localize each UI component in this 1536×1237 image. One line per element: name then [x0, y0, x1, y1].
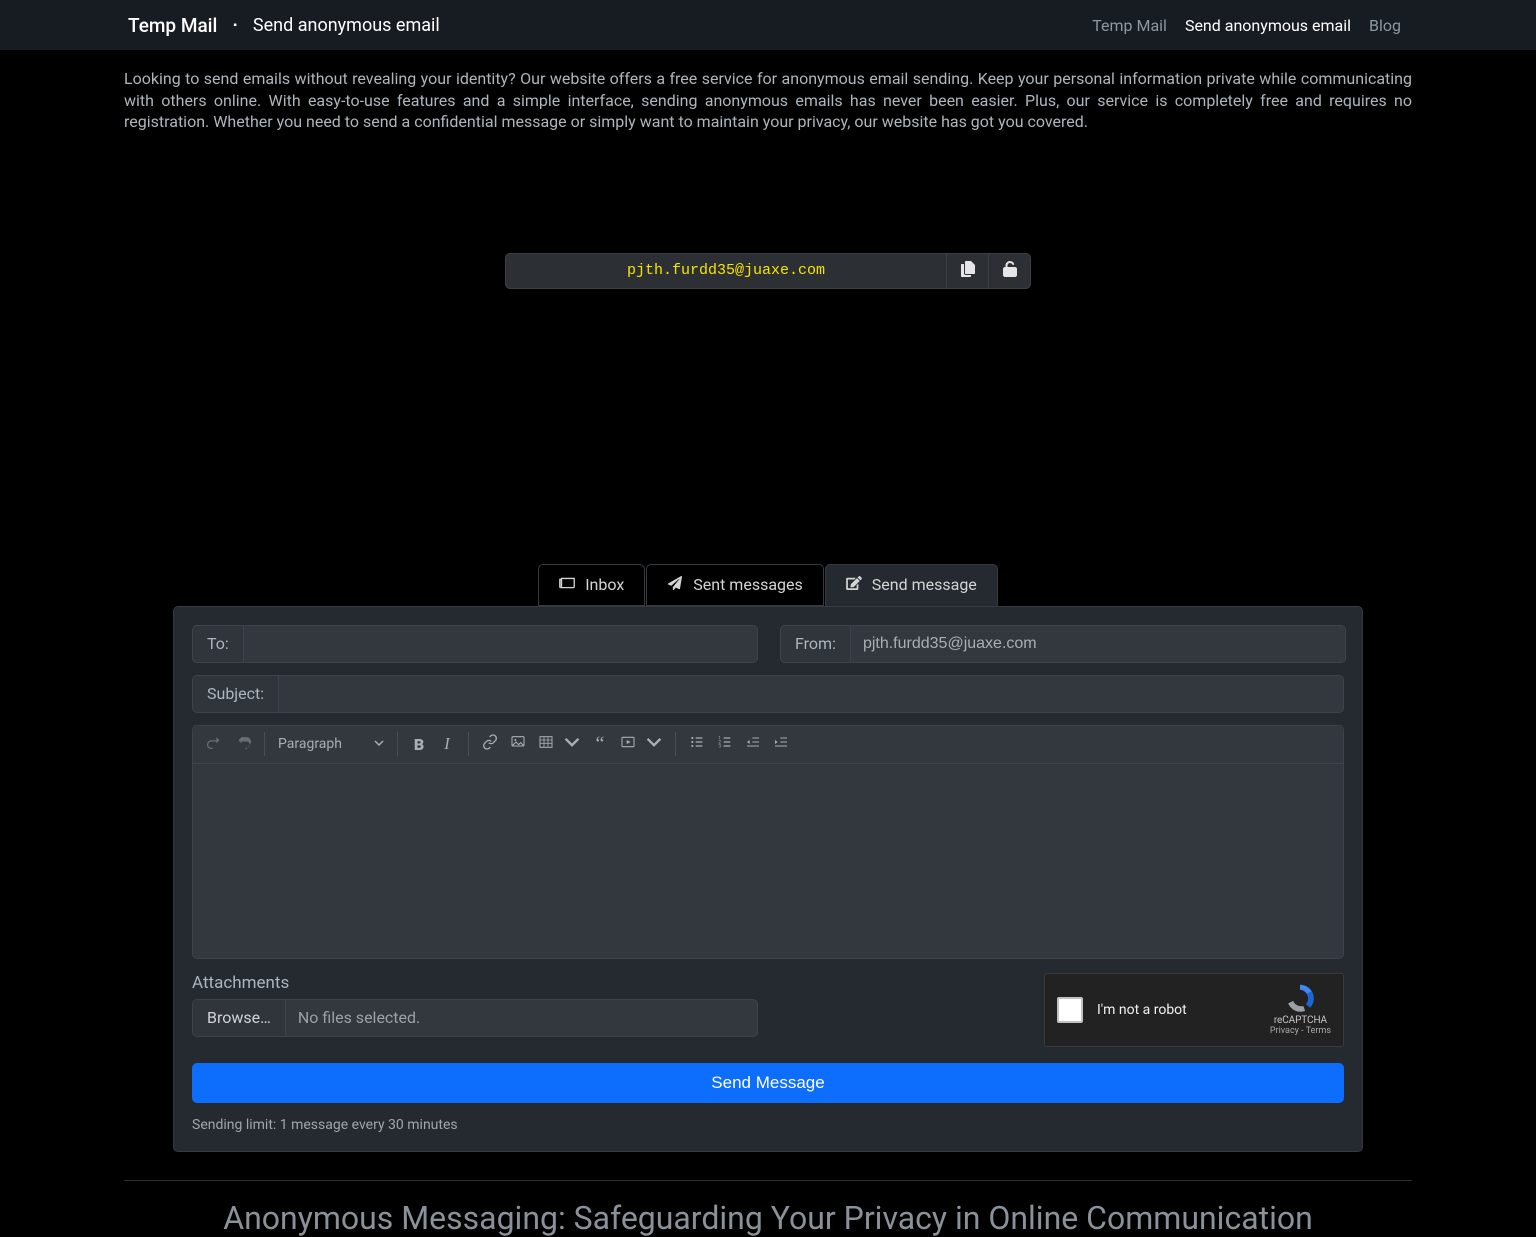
redo-icon	[235, 734, 251, 754]
table-dropdown[interactable]	[558, 730, 586, 758]
tab-sent[interactable]: Sent messages	[646, 564, 823, 606]
unlock-icon	[1002, 261, 1018, 281]
page-title: Send anonymous email	[253, 15, 440, 36]
recaptcha-checkbox[interactable]	[1057, 997, 1083, 1023]
to-input[interactable]	[243, 625, 758, 663]
attachments-label: Attachments	[192, 973, 758, 993]
nav-temp-mail[interactable]: Temp Mail	[1092, 16, 1167, 35]
send-message-button[interactable]: Send Message	[192, 1063, 1344, 1103]
italic-icon: I	[444, 734, 450, 754]
quote-icon: “	[596, 739, 605, 749]
media-button[interactable]	[614, 730, 642, 758]
generated-email-box: pjth.furdd35@juaxe.com	[505, 253, 1031, 289]
compose-panel: To: From: Subject: Paragraph	[173, 606, 1363, 1152]
recaptcha-branding: reCAPTCHA Privacy - Terms	[1270, 983, 1331, 1036]
numbered-list-button[interactable]: 123	[711, 730, 739, 758]
nav-blog[interactable]: Blog	[1369, 16, 1401, 35]
from-input[interactable]	[850, 625, 1346, 663]
recaptcha-logo-icon	[1283, 983, 1317, 1013]
subject-input[interactable]	[278, 675, 1344, 713]
article-title: Anonymous Messaging: Safeguarding Your P…	[0, 1199, 1536, 1237]
table-button[interactable]	[532, 730, 560, 758]
chevron-down-icon	[374, 736, 384, 752]
unlock-email-button[interactable]	[989, 253, 1031, 289]
image-button[interactable]	[504, 730, 532, 758]
edit-icon	[846, 575, 862, 594]
bulleted-list-icon	[689, 734, 705, 754]
recaptcha-terms[interactable]: Privacy - Terms	[1270, 1026, 1331, 1036]
generated-email-field[interactable]: pjth.furdd35@juaxe.com	[505, 253, 947, 289]
copy-email-button[interactable]	[947, 253, 989, 289]
from-field-group: From:	[780, 625, 1346, 663]
rich-text-editor: Paragraph B I “ 123	[192, 725, 1344, 959]
bold-icon: B	[414, 735, 424, 754]
sending-limit: Sending limit: 1 message every 30 minute…	[192, 1117, 1344, 1133]
tab-label: Send message	[872, 575, 977, 594]
editor-body[interactable]	[193, 764, 1343, 958]
recaptcha-widget: I'm not a robot reCAPTCHA Privacy - Term…	[1044, 973, 1344, 1047]
recaptcha-label: I'm not a robot	[1097, 1002, 1187, 1018]
indent-button[interactable]	[767, 730, 795, 758]
recaptcha-brand: reCAPTCHA	[1270, 1015, 1331, 1026]
chevron-down-icon	[564, 734, 580, 754]
tab-label: Inbox	[585, 575, 624, 594]
topbar-left: Temp Mail ▪ Send anonymous email	[128, 14, 440, 37]
media-dropdown[interactable]	[640, 730, 668, 758]
table-icon	[538, 734, 554, 754]
undo-icon	[207, 734, 223, 754]
nav-send-anonymous[interactable]: Send anonymous email	[1185, 16, 1351, 35]
bulleted-list-button[interactable]	[683, 730, 711, 758]
to-label: To:	[192, 625, 243, 663]
image-icon	[510, 734, 526, 754]
copy-icon	[960, 261, 976, 281]
tab-send-message[interactable]: Send message	[825, 564, 998, 606]
chevron-down-icon	[646, 734, 662, 754]
compose-tabs: Inbox Sent messages Send message	[124, 564, 1412, 606]
tab-label: Sent messages	[693, 575, 802, 594]
browse-button[interactable]: Browse…	[192, 999, 285, 1037]
svg-text:3: 3	[718, 744, 721, 750]
top-bar: Temp Mail ▪ Send anonymous email Temp Ma…	[0, 0, 1536, 50]
subject-field-group: Subject:	[192, 675, 1344, 713]
italic-button[interactable]: I	[433, 730, 461, 758]
attachments-section: Attachments Browse… No files selected.	[192, 973, 758, 1037]
media-icon	[620, 734, 636, 754]
inbox-icon	[559, 575, 575, 594]
subject-label: Subject:	[192, 675, 278, 713]
paragraph-dropdown[interactable]: Paragraph	[272, 732, 390, 756]
brand[interactable]: Temp Mail	[128, 14, 217, 37]
section-divider	[124, 1180, 1412, 1181]
indent-icon	[773, 734, 789, 754]
undo-button[interactable]	[201, 730, 229, 758]
link-button[interactable]	[476, 730, 504, 758]
outdent-button[interactable]	[739, 730, 767, 758]
blockquote-button[interactable]: “	[586, 730, 614, 758]
editor-toolbar: Paragraph B I “ 123	[193, 726, 1343, 764]
numbered-list-icon: 123	[717, 734, 733, 754]
title-separator: ▪	[233, 20, 237, 31]
link-icon	[482, 734, 498, 754]
paper-plane-icon	[667, 575, 683, 594]
paragraph-label: Paragraph	[278, 736, 342, 752]
to-field-group: To:	[192, 625, 758, 663]
file-status: No files selected.	[285, 999, 758, 1037]
outdent-icon	[745, 734, 761, 754]
intro-paragraph: Looking to send emails without revealing…	[124, 50, 1412, 133]
from-label: From:	[780, 625, 850, 663]
top-nav: Temp Mail Send anonymous email Blog	[1092, 16, 1401, 35]
bold-button[interactable]: B	[405, 730, 433, 758]
tab-inbox[interactable]: Inbox	[538, 564, 645, 606]
redo-button[interactable]	[229, 730, 257, 758]
file-picker: Browse… No files selected.	[192, 999, 758, 1037]
